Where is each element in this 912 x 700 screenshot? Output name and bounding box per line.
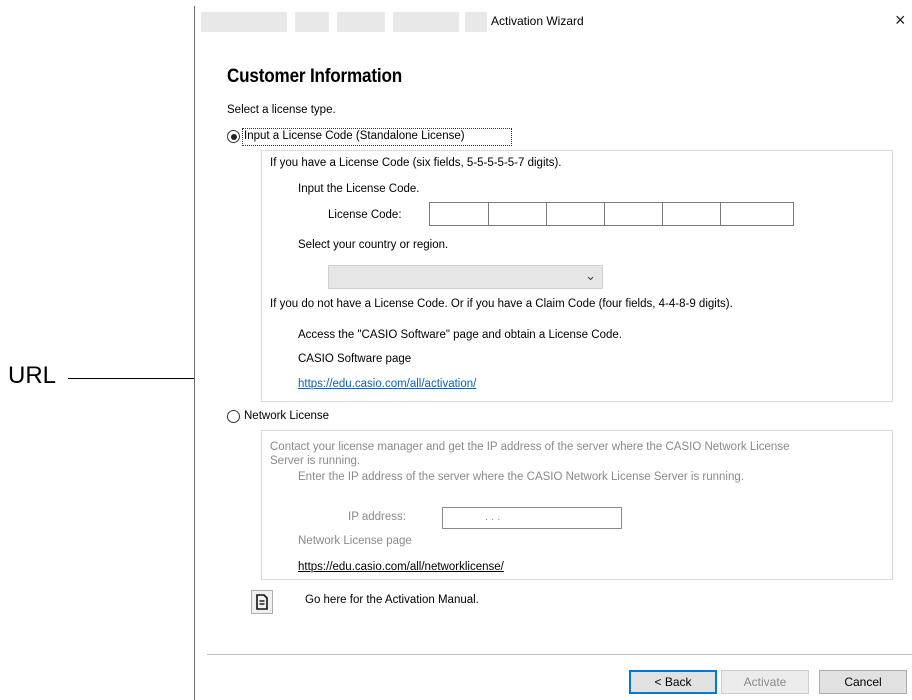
back-button[interactable]: < Back (629, 670, 717, 694)
has-license-code-text: If you have a License Code (six fields, … (270, 157, 562, 169)
select-license-prompt: Select a license type. (227, 104, 336, 116)
casio-software-page-label: CASIO Software page (298, 353, 412, 365)
blurred-title-region (393, 12, 459, 32)
document-icon (256, 594, 268, 610)
activation-wizard-window: Activation Wizard × Customer Information… (194, 6, 912, 700)
activation-manual-button[interactable] (251, 590, 273, 614)
chevron-down-icon: ⌄ (585, 268, 596, 283)
no-license-code-text: If you do not have a License Code. Or if… (270, 298, 733, 310)
standalone-license-radio[interactable] (227, 130, 240, 143)
window-title: Activation Wizard (491, 14, 584, 28)
cancel-button[interactable]: Cancel (819, 670, 907, 694)
network-license-page-label: Network License page (298, 535, 412, 547)
license-code-field-5[interactable] (662, 202, 721, 226)
activation-manual-text: Go here for the Activation Manual. (305, 594, 479, 606)
url-callout-label: URL (8, 362, 57, 389)
activate-button[interactable]: Activate (721, 670, 809, 694)
select-country-prompt: Select your country or region. (298, 239, 449, 251)
standalone-license-label[interactable]: Input a License Code (Standalone License… (244, 130, 465, 142)
standalone-license-group: If you have a License Code (six fields, … (261, 150, 893, 402)
network-license-radio[interactable] (227, 410, 240, 423)
license-code-field-6[interactable] (720, 202, 794, 226)
blurred-title-region (201, 12, 287, 32)
activation-url-link[interactable]: https://edu.casio.com/all/activation/ (298, 378, 476, 390)
license-code-field-4[interactable] (604, 202, 663, 226)
blurred-title-region (337, 12, 385, 32)
license-code-label: License Code: (328, 209, 402, 221)
network-license-label[interactable]: Network License (244, 410, 329, 422)
contact-manager-text-cont: Server is running. (270, 455, 361, 467)
ip-address-label: IP address: (348, 511, 406, 523)
contact-manager-text: Contact your license manager and get the… (270, 441, 790, 453)
network-license-group: Contact your license manager and get the… (261, 430, 893, 580)
network-license-url-link[interactable]: https://edu.casio.com/all/networklicense… (298, 561, 504, 573)
close-icon[interactable]: × (895, 10, 906, 31)
blurred-title-region (465, 12, 487, 32)
blurred-title-region (295, 12, 329, 32)
license-code-field-3[interactable] (546, 202, 605, 226)
access-casio-software-text: Access the "CASIO Software" page and obt… (298, 329, 622, 341)
page-title: Customer Information (227, 66, 403, 87)
enter-ip-prompt: Enter the IP address of the server where… (298, 471, 744, 483)
footer-divider (207, 654, 912, 655)
title-bar[interactable]: Activation Wizard × (195, 6, 912, 38)
input-license-code-prompt: Input the License Code. (298, 183, 420, 195)
country-region-select[interactable]: ⌄ (328, 265, 603, 289)
license-code-field-2[interactable] (488, 202, 547, 226)
ip-address-value: . . . (485, 511, 501, 523)
ip-address-field[interactable]: . . . (442, 507, 622, 529)
license-code-field-1[interactable] (429, 202, 489, 226)
